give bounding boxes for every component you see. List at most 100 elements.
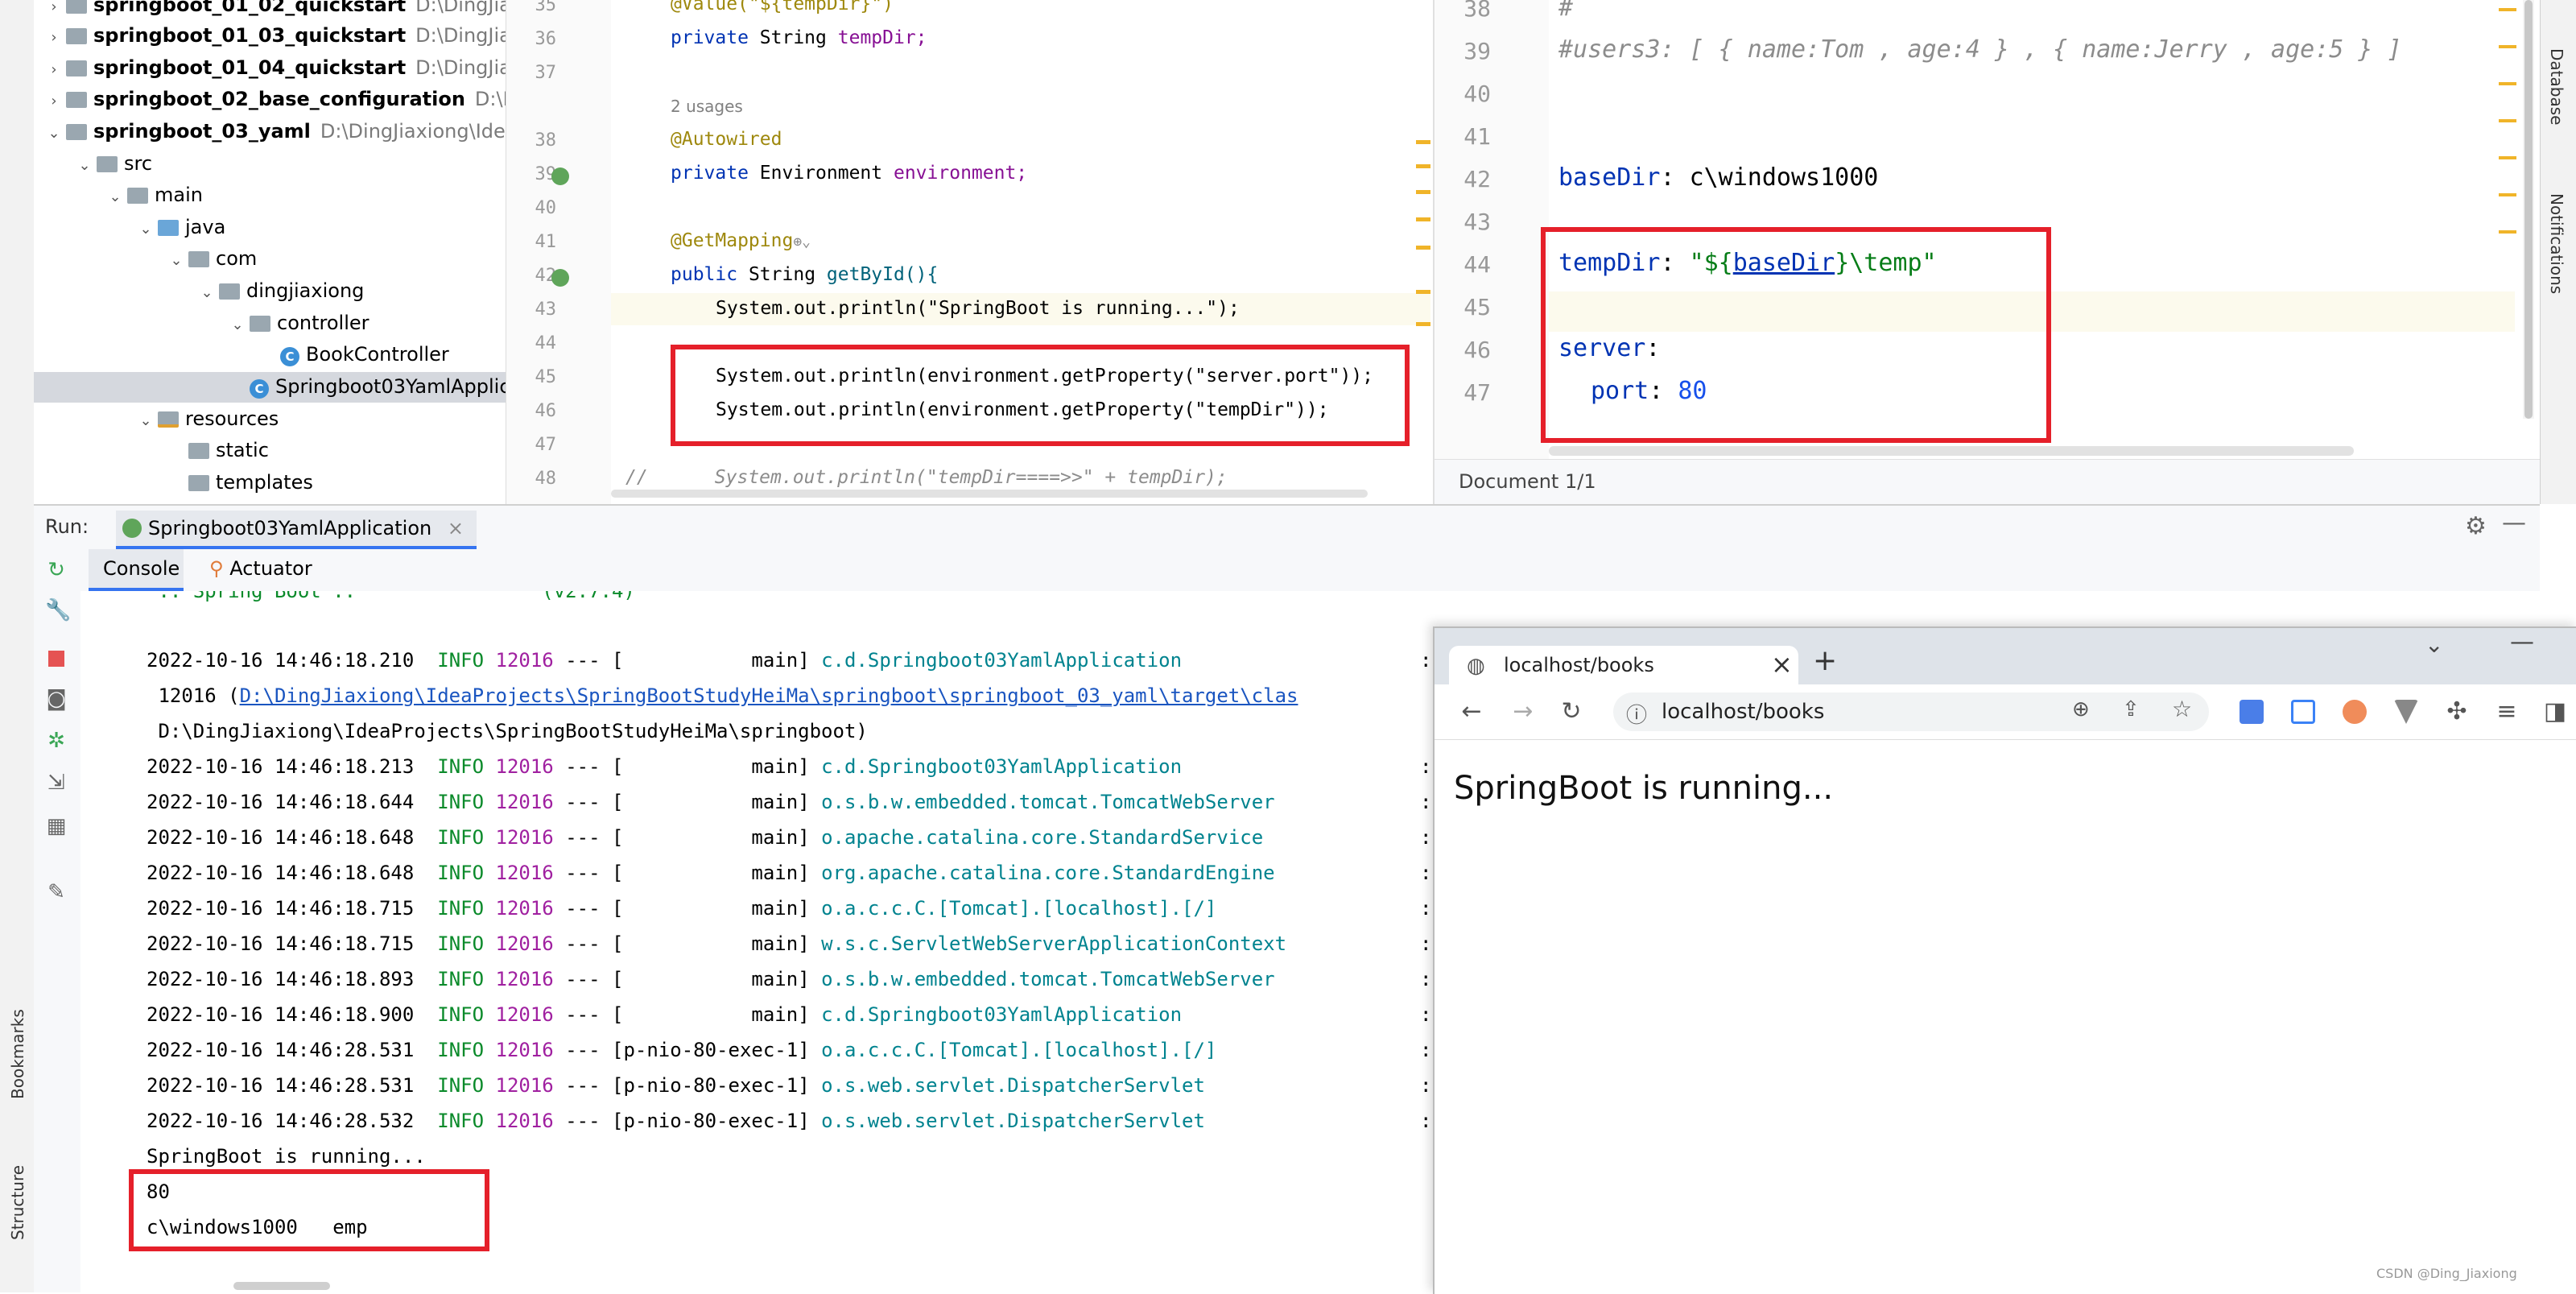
media-queue-icon[interactable]: ≡ (2491, 696, 2523, 728)
exit-icon[interactable]: ⇲ (45, 771, 68, 794)
log-line: 2022-10-16 14:46:18.900 INFO 12016 --- [… (147, 1003, 1183, 1026)
run-config-tab[interactable]: Springboot03YamlApplication × (116, 511, 477, 549)
back-arrow-icon[interactable]: ← (1455, 696, 1488, 728)
tree-item-templates[interactable]: templates (185, 466, 313, 498)
tree-item-module[interactable]: ⌄ springboot_03_yaml D:\DingJiaxiong\Idea (45, 115, 506, 147)
horizontal-scrollbar[interactable] (611, 490, 1368, 498)
chevron-down-icon[interactable]: ⌄ (137, 213, 155, 246)
scroll-marker (2499, 230, 2516, 234)
gear-icon[interactable]: ⚙ (2465, 512, 2487, 540)
tab-console[interactable]: Console (89, 549, 184, 591)
chevron-down-icon[interactable]: ⌄ (229, 309, 246, 341)
console-output[interactable]: :: Spring Boot :: (v2.7.4) 2022-10-16 14… (80, 591, 1433, 1292)
translate-extension-icon[interactable] (2240, 700, 2264, 724)
run-toolbar: ↻ 🔧 ◙ ✲ ⇲ ▦ ✎ (34, 549, 81, 1292)
java-editor[interactable]: 35 36 37 38 39 40 41 42 43 44 45 46 47 4… (506, 0, 1430, 504)
new-tab-icon[interactable]: + (1813, 644, 1837, 677)
share-icon[interactable]: ⇪ (2122, 697, 2140, 721)
endpoint-gutter-icon[interactable] (551, 269, 569, 287)
folder-icon (127, 188, 148, 204)
tree-item-static[interactable]: static (185, 434, 269, 466)
close-tab-icon[interactable]: × (448, 517, 464, 540)
tree-item-module[interactable]: ›springboot_01_02_quickstartD:\DingJiaxi… (45, 0, 506, 21)
star-icon[interactable]: ☆ (2172, 696, 2192, 722)
globe-icon[interactable]: ⊕⌄ (793, 234, 811, 250)
debug-icon[interactable]: ✲ (45, 730, 68, 752)
usages-hint[interactable]: 2 usages (671, 97, 743, 116)
console-tabs: Console ⚲ Actuator (80, 549, 2540, 591)
scroll-marker (2499, 82, 2516, 85)
address-bar[interactable]: ⓘ localhost/books ⊕ ⇪ ☆ (1613, 692, 2209, 731)
bean-gutter-icon[interactable] (551, 167, 569, 185)
rerun-icon[interactable]: ↻ (45, 559, 68, 581)
tree-item-com[interactable]: ⌄ com (167, 242, 257, 275)
reload-icon[interactable]: ↻ (1555, 696, 1587, 728)
minimize-icon[interactable]: — (2502, 509, 2526, 537)
chevron-down-icon[interactable]: ⌄ (167, 245, 185, 277)
pin-icon[interactable]: ✎ (45, 881, 68, 903)
info-icon[interactable]: ⓘ (1626, 699, 1647, 729)
log-line: 2022-10-16 14:46:18.213 INFO 12016 --- [… (147, 755, 1183, 778)
extension-icon[interactable] (2394, 700, 2418, 724)
notifications-tab[interactable]: Notifications (2547, 193, 2566, 294)
stop-icon[interactable] (45, 649, 68, 672)
package-icon (219, 283, 240, 300)
tree-item-bookcontroller[interactable]: C BookController (277, 338, 449, 370)
puzzle-icon[interactable]: ✣ (2441, 696, 2473, 728)
extension-icon[interactable] (2343, 700, 2367, 724)
line-number: 43 (1463, 209, 1491, 235)
scrollbar-thumb[interactable] (2524, 0, 2533, 419)
scroll-marker (2499, 193, 2516, 196)
tree-item-controller[interactable]: ⌄ controller (229, 307, 369, 339)
log-colon: : (1420, 755, 1432, 778)
line-number: 48 (535, 469, 557, 489)
browser-tab[interactable]: ◍ localhost/books × (1449, 646, 1798, 684)
line-number: 36 (535, 29, 557, 49)
tab-actuator[interactable]: ⚲ Actuator (209, 557, 312, 580)
tree-item-main[interactable]: ⌄ main (106, 179, 203, 211)
class-icon: C (250, 379, 269, 399)
extension-icon[interactable] (2291, 700, 2315, 724)
chevron-right-icon[interactable]: › (45, 85, 63, 118)
code-println-running: System.out.println("SpringBoot is runnin… (716, 298, 1240, 319)
chevron-down-icon[interactable]: ⌄ (76, 150, 93, 182)
yaml-key-basedir: baseDir (1558, 163, 1661, 192)
log-line: 2022-10-16 14:46:18.648 INFO 12016 --- [… (147, 826, 1264, 849)
tree-item-springboot03yamlapplication[interactable]: C Springboot03YamlApplic (246, 370, 506, 403)
tab-search-chevron-icon[interactable]: ⌄ (2425, 631, 2443, 658)
log-path-link[interactable]: D:\DingJiaxiong\IdeaProjects\SpringBootS… (240, 684, 1298, 707)
log-colon: : (1420, 1110, 1432, 1132)
chevron-right-icon[interactable]: › (45, 22, 63, 54)
database-tab[interactable]: Database (2547, 48, 2566, 125)
chevron-right-icon[interactable]: › (45, 54, 63, 86)
tree-item-java[interactable]: ⌄ java (137, 211, 225, 243)
highlight-box-getproperty (671, 345, 1410, 446)
chevron-down-icon[interactable]: ⌄ (198, 277, 216, 309)
tree-item-module[interactable]: ›springboot_02_base_configurationD:\Din (45, 83, 506, 115)
yaml-editor[interactable]: 38 39 40 41 42 43 44 45 46 47 # #users3:… (1433, 0, 2541, 504)
layout-icon[interactable]: ▦ (45, 815, 68, 837)
tree-item-module[interactable]: ›springboot_01_04_quickstartD:\DingJiaxi (45, 52, 506, 84)
chevron-down-icon[interactable]: ⌄ (45, 118, 63, 150)
chevron-down-icon[interactable]: ⌄ (106, 181, 124, 213)
chevron-down-icon[interactable]: ⌄ (137, 405, 155, 437)
tree-item-module[interactable]: ›springboot_01_03_quickstartD:\DingJiaxi (45, 19, 506, 52)
horizontal-scrollbar[interactable] (1549, 446, 2354, 456)
structure-tab[interactable]: Structure (8, 1165, 27, 1240)
side-panel-icon[interactable]: ◨ (2539, 696, 2571, 728)
window-minimize-icon[interactable]: — (2510, 628, 2534, 656)
forward-arrow-icon[interactable]: → (1507, 696, 1539, 728)
log-colon: : (1420, 1039, 1432, 1061)
tree-item-src[interactable]: ⌄ src (76, 147, 152, 180)
wrench-icon[interactable]: 🔧 (45, 599, 71, 622)
bookmarks-tab[interactable]: Bookmarks (8, 1009, 27, 1099)
zoom-icon[interactable]: ⊕ (2072, 697, 2090, 721)
close-tab-icon[interactable]: × (1771, 649, 1793, 680)
horizontal-scrollbar[interactable] (233, 1282, 330, 1290)
tree-item-resources[interactable]: ⌄ resources (137, 403, 279, 435)
log-colon: : (1420, 791, 1432, 813)
browser-toolbar: ← → ↻ ⓘ localhost/books ⊕ ⇪ ☆ ✣ ≡ ◨ (1435, 684, 2576, 740)
tree-item-dingjiaxiong[interactable]: ⌄ dingjiaxiong (198, 275, 364, 307)
camera-icon[interactable]: ◙ (45, 688, 68, 710)
log-colon: : (1420, 862, 1432, 884)
